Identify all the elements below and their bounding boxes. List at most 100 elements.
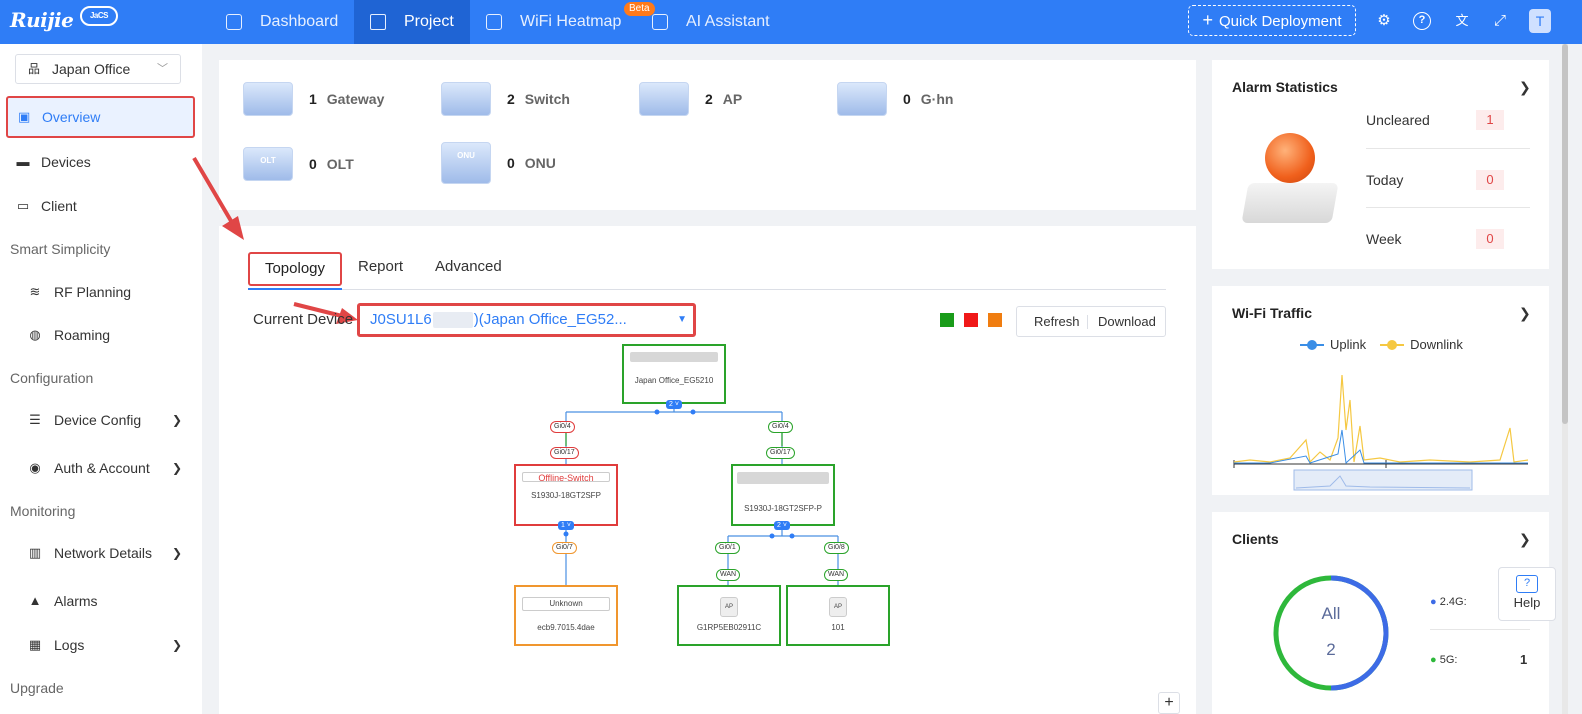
site-selector[interactable]: 品 Japan Office ﹀ (15, 54, 181, 84)
scrollbar-thumb[interactable] (1562, 44, 1568, 424)
chevron-right-icon[interactable]: ❯ (1519, 79, 1531, 96)
wan-ap2[interactable]: WAN (824, 569, 849, 581)
sidebar-item-network-details[interactable]: ▥ Network Details ❯ (0, 533, 202, 573)
section-smart-simplicity: Smart Simplicity (10, 241, 111, 257)
refresh-button[interactable]: Refresh (1034, 307, 1080, 336)
chevron-right-icon: ❯ (172, 638, 183, 652)
gateway-icon (243, 82, 293, 116)
device-count-switch[interactable]: 2 Switch (441, 82, 570, 116)
quick-deployment-button[interactable]: + Quick Deployment (1188, 5, 1356, 36)
annotation-arrow-topology (192, 156, 244, 240)
switch-device-icon (737, 472, 829, 484)
nav-dashboard[interactable]: Dashboard (226, 0, 354, 44)
sidebar-item-devices[interactable]: ▬ Devices (0, 142, 202, 182)
topology-node-unknown[interactable]: Unknown ecb9.7015.4dae (514, 585, 618, 646)
zoom-in-button[interactable]: + (1158, 692, 1180, 714)
topology-node-gateway[interactable]: Japan Office_EG5210 (622, 344, 726, 404)
home-icon (226, 14, 242, 30)
settings-gear-icon[interactable]: ⚙ (1375, 12, 1393, 30)
bell-icon: ▲ (28, 593, 42, 608)
link-count-badge[interactable]: 1 ˅ (558, 521, 574, 530)
gateway-device-icon (630, 352, 718, 362)
device-count-ghn[interactable]: 0 G·hn (837, 82, 953, 116)
device-icon: ▬ (16, 154, 30, 169)
topology-actions: Refresh Download (1016, 306, 1166, 337)
port-left-uplink[interactable]: Gi0/4 (550, 421, 575, 433)
sidebar-item-device-config[interactable]: ☰ Device Config ❯ (0, 400, 202, 440)
help-button[interactable]: ? Help (1498, 567, 1556, 621)
tab-report[interactable]: Report (358, 252, 403, 286)
topology-tabs: Topology Report Advanced (248, 252, 1166, 290)
topology-node-offline-switch[interactable]: Offline-Switch S1930J-18GT2SFP (514, 464, 618, 526)
sidebar: 品 Japan Office ﹀ ▣ Overview ▬ Devices ▭ … (0, 44, 202, 714)
sidebar-item-client[interactable]: ▭ Client (0, 186, 202, 226)
sidebar-item-logs[interactable]: ▦ Logs ❯ (0, 625, 202, 665)
bar-chart-icon: ▥ (28, 545, 42, 560)
onu-icon: ONU (441, 142, 491, 184)
tab-topology[interactable]: Topology (248, 252, 342, 290)
download-button[interactable]: Download (1098, 307, 1156, 336)
topology-node-ap-2[interactable]: AP 101 (786, 585, 890, 646)
sidebar-item-overview[interactable]: ▣ Overview (6, 96, 195, 138)
device-count-gateway[interactable]: 1 Gateway (243, 82, 384, 116)
tab-advanced[interactable]: Advanced (435, 252, 502, 286)
sidebar-item-roaming[interactable]: ◍ Roaming (0, 315, 202, 355)
port-right-uplink[interactable]: Gi0/4 (768, 421, 793, 433)
band-5g-label: ● 5G: (1430, 654, 1458, 666)
heatmap-icon (486, 14, 502, 30)
fullscreen-icon[interactable]: ⤢ (1491, 12, 1509, 30)
cube-icon (370, 14, 386, 30)
sidebar-item-alarms[interactable]: ▲ Alarms (0, 581, 202, 621)
topology-node-switch[interactable]: S1930J-18GT2SFP-P (731, 464, 835, 526)
traffic-chart (1233, 374, 1529, 491)
port-left-downlink[interactable]: Gi0/17 (550, 447, 579, 459)
nav-ai-assistant[interactable]: AI Assistant (652, 0, 802, 44)
port-left-child[interactable]: Gi0/7 (552, 542, 577, 554)
chevron-right-icon: ❯ (172, 413, 183, 427)
chevron-down-icon: ﹀ (157, 63, 168, 75)
topology-node-ap-1[interactable]: AP G1RP5EB02911C (677, 585, 781, 646)
chevron-right-icon[interactable]: ❯ (1519, 531, 1531, 548)
alarm-count-badge[interactable]: 1 (1476, 110, 1504, 130)
switch-icon (441, 82, 491, 116)
calendar-icon: ▦ (28, 637, 42, 652)
port-ap2[interactable]: Gi0/8 (824, 542, 849, 554)
alarm-count-badge[interactable]: 0 (1476, 170, 1504, 190)
sidebar-item-rf-planning[interactable]: ≋ RF Planning (0, 272, 202, 312)
wan-ap1[interactable]: WAN (716, 569, 741, 581)
divider (1430, 629, 1530, 630)
help-chat-icon: ? (1516, 575, 1538, 593)
plus-icon: + (1202, 10, 1213, 30)
chevron-right-icon[interactable]: ❯ (1519, 305, 1531, 322)
device-count-olt[interactable]: OLT 0 OLT (243, 147, 354, 181)
link-count-badge[interactable]: 2 ˅ (774, 521, 790, 530)
link-count-badge[interactable]: 2 ˅ (666, 400, 682, 409)
sidebar-item-auth-account[interactable]: ◉ Auth & Account ❯ (0, 448, 202, 488)
section-monitoring: Monitoring (10, 503, 76, 519)
current-device-label: Current Device (253, 311, 354, 328)
port-ap1[interactable]: Gi0/1 (715, 542, 740, 554)
nav-project[interactable]: Project (354, 0, 470, 44)
device-count-onu[interactable]: ONU 0 ONU (441, 142, 556, 184)
alarm-count-badge[interactable]: 0 (1476, 229, 1504, 249)
alarm-row-uncleared: Uncleared 1 (1366, 110, 1530, 130)
clients-total-value: 2 (1326, 640, 1336, 659)
user-avatar[interactable]: T (1529, 9, 1551, 33)
ghn-device-icon (837, 82, 887, 116)
traffic-legend: Uplink Downlink (1300, 337, 1463, 352)
wifi-icon: ≋ (29, 284, 41, 299)
language-translate-icon[interactable]: 文 (1453, 12, 1471, 30)
divider (1366, 207, 1530, 208)
device-count-ap[interactable]: 2 AP (639, 82, 742, 116)
chevron-right-icon: ❯ (172, 546, 183, 560)
network-tree-icon: 品 (28, 62, 41, 76)
current-device-select[interactable]: J0SU1L6)(Japan Office_EG52... ▼ (357, 303, 696, 337)
port-right-downlink[interactable]: Gi0/17 (766, 447, 795, 459)
ruijie-logo[interactable]: Ruijie JaCS (10, 6, 118, 32)
band-5g-value: 1 (1520, 652, 1528, 667)
help-circle-icon[interactable]: ? (1413, 12, 1431, 30)
band-24g-label: ● 2.4G: (1430, 596, 1467, 608)
caret-down-icon: ▼ (677, 314, 687, 325)
uplink-legend-line (1300, 339, 1324, 350)
nav-wifi-heatmap[interactable]: WiFi Heatmap (486, 0, 624, 44)
